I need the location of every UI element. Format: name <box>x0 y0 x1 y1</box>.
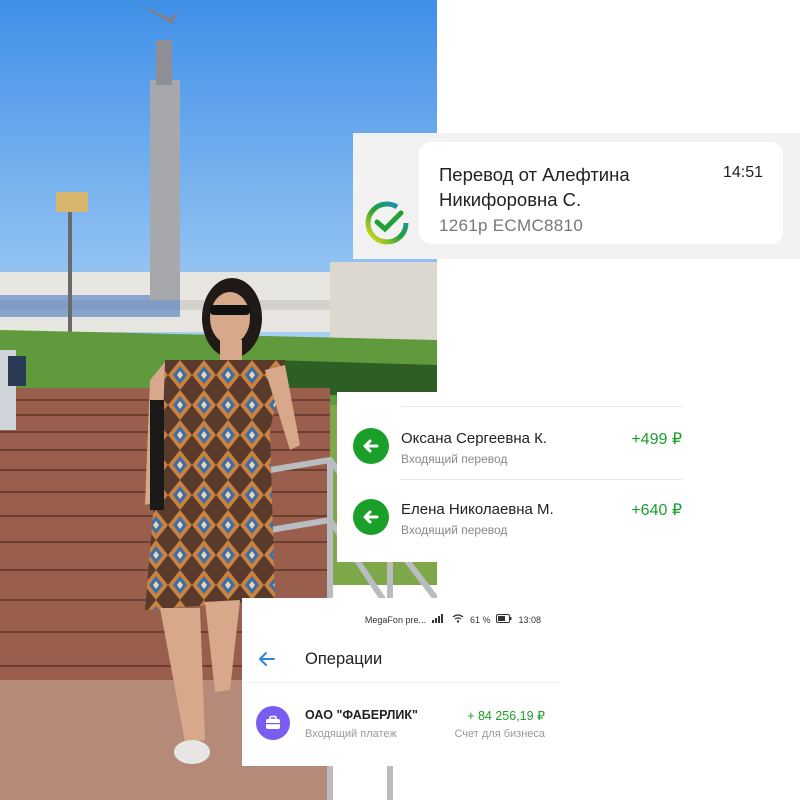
battery-label: 61 % <box>469 614 491 625</box>
arrow-left-icon <box>353 428 389 464</box>
transfer-type: Входящий перевод <box>401 523 508 537</box>
divider <box>401 479 682 480</box>
page-title: Операции <box>305 650 383 668</box>
divider <box>401 406 682 407</box>
battery-icon <box>496 614 512 625</box>
signal-icon <box>431 614 446 625</box>
wifi-icon <box>452 614 464 625</box>
notification-card[interactable]: Перевод от Алефтина Никифоровна С. 14:51… <box>419 142 783 244</box>
operations-header: Операции <box>242 642 559 683</box>
operation-account: Счет для бизнеса <box>454 728 545 740</box>
transfer-amount: +640 ₽ <box>631 502 682 519</box>
transfer-name: Оксана Сергеевна К. <box>401 430 548 447</box>
list-item[interactable]: Елена Николаевна М. Входящий перевод +64… <box>337 481 700 551</box>
notification-subtitle: 1261р ECMC8810 <box>439 216 584 235</box>
list-item[interactable]: Оксана Сергеевна К. Входящий перевод +49… <box>337 410 700 480</box>
arrow-left-icon <box>353 499 389 535</box>
sber-logo-icon <box>363 199 411 247</box>
operation-amount: + 84 256,19 ₽ <box>467 709 545 723</box>
status-bar: MegaFon pre... 61 % 13:08 <box>365 614 541 625</box>
notification-time: 14:51 <box>722 164 763 181</box>
operation-type: Входящий платеж <box>305 728 397 740</box>
transfer-name: Елена Николаевна М. <box>401 501 554 518</box>
transfers-list: Оксана Сергеевна К. Входящий перевод +49… <box>337 392 700 562</box>
briefcase-icon <box>256 706 290 740</box>
carrier-label: MegaFon pre... <box>364 614 426 625</box>
back-arrow-icon[interactable] <box>258 650 276 668</box>
clock: 13:08 <box>518 614 541 625</box>
notification-title: Перевод от Алефтина Никифоровна С. <box>439 164 630 210</box>
transfer-amount: +499 ₽ <box>631 431 682 448</box>
transfer-type: Входящий перевод <box>401 452 508 466</box>
operations-screen: MegaFon pre... 61 % 13:08 Операции ОАО "… <box>242 598 559 766</box>
push-notification[interactable]: Перевод от Алефтина Никифоровна С. 14:51… <box>353 133 800 259</box>
list-item[interactable]: ОАО "ФАБЕРЛИК" Входящий платеж + 84 256,… <box>242 698 559 748</box>
operation-name: ОАО "ФАБЕРЛИК" <box>305 708 418 722</box>
